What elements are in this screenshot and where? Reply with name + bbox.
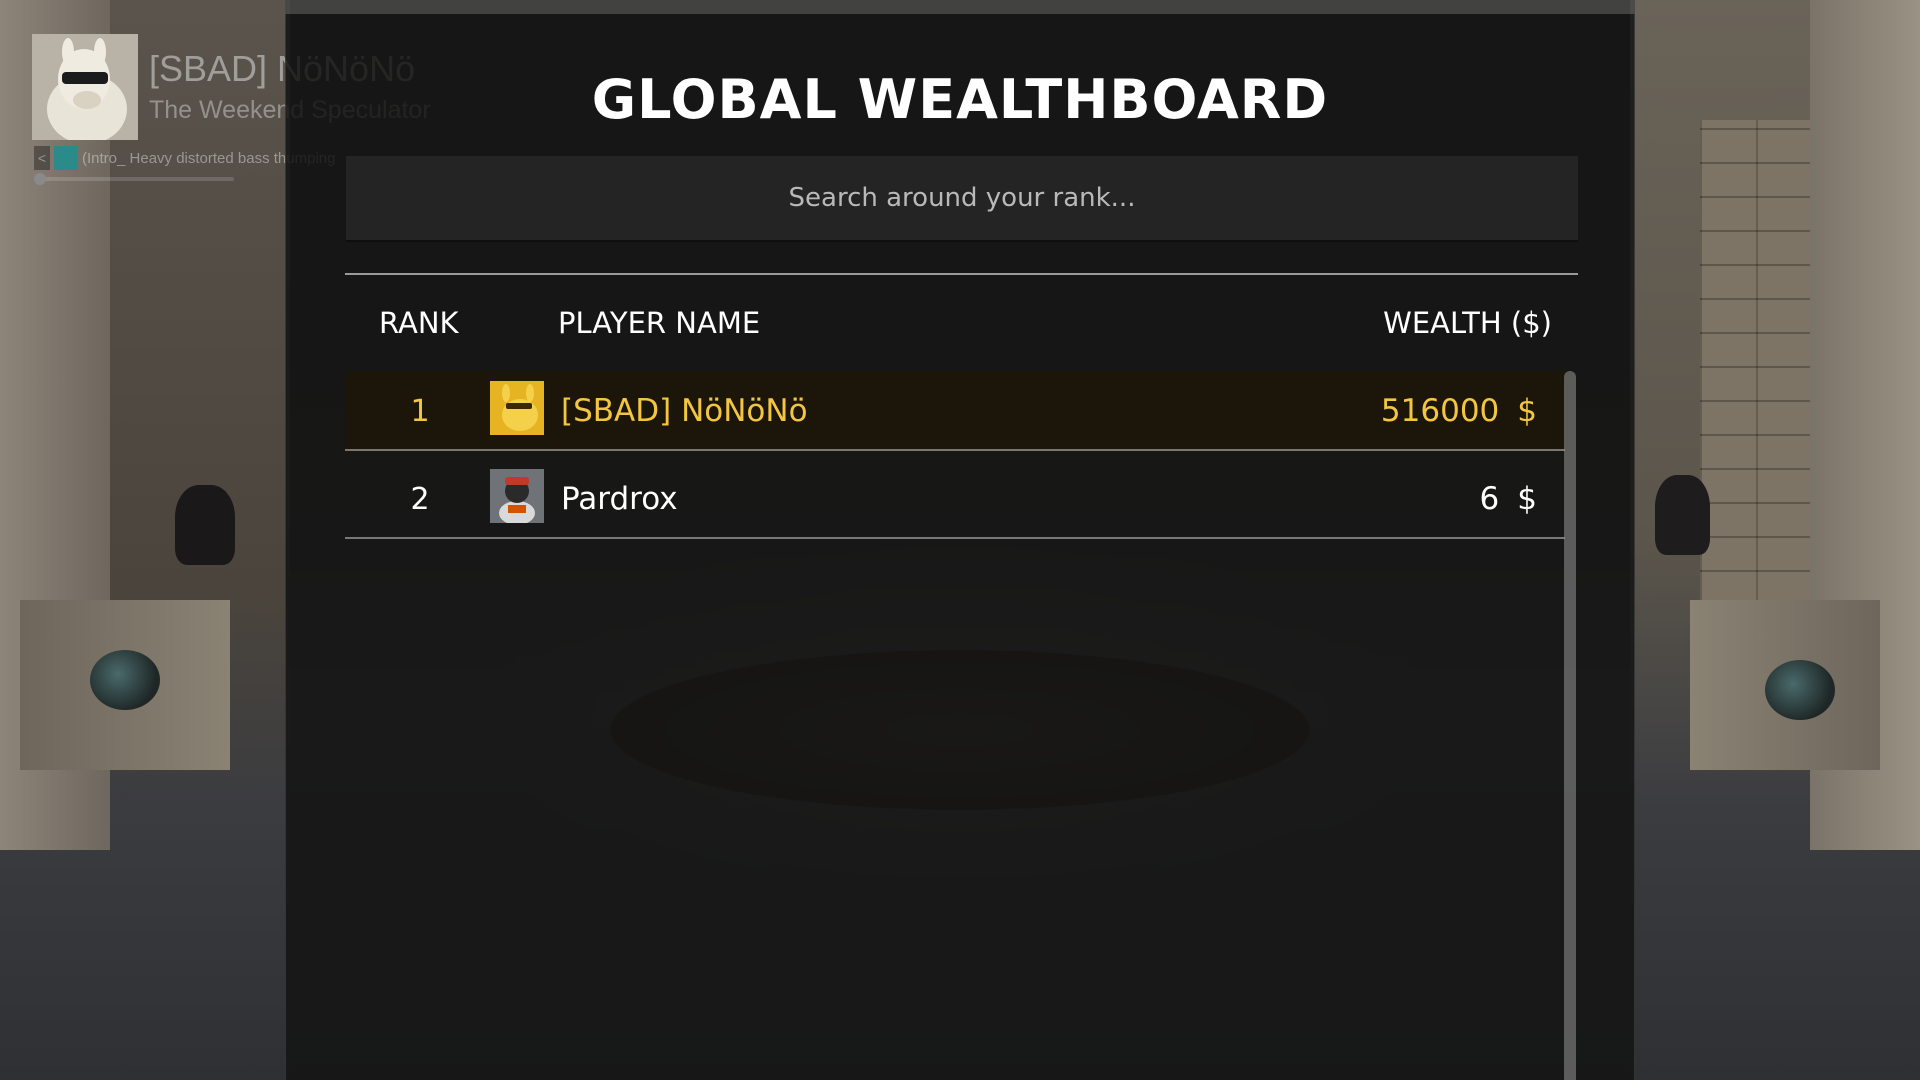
llama-avatar-icon [490, 381, 544, 435]
row-wealth-amount: 6 [1479, 481, 1500, 517]
right-gem [1765, 660, 1835, 720]
row-rank: 2 [410, 481, 430, 517]
row-player-name: [SBAD] NöNöNö [561, 393, 808, 429]
column-header-player-name: PLAYER NAME [558, 306, 761, 340]
volume-slider-thumb[interactable] [34, 173, 46, 185]
music-prev-button[interactable]: < [34, 146, 50, 170]
leaderboard-row[interactable]: 2 Pardrox 6 $ [345, 459, 1565, 539]
row-player-name: Pardrox [561, 481, 678, 517]
right-bust-statue [1655, 475, 1710, 555]
leaderboard-scrollbar[interactable] [1564, 371, 1576, 1080]
panel-top-bar [285, 0, 1635, 14]
rank-search-input[interactable] [346, 156, 1578, 242]
row-wealth-currency: $ [1517, 393, 1537, 429]
row-rank: 1 [410, 393, 430, 429]
player-avatar [490, 381, 544, 435]
row-wealth: 6 $ [1480, 459, 1537, 539]
column-header-rank: RANK [379, 306, 459, 340]
wealthboard-panel: GLOBAL WEALTHBOARD RANK PLAYER NAME WEAL… [285, 14, 1635, 1080]
column-header-wealth: WEALTH ($) [1383, 306, 1552, 340]
leaderboard-row[interactable]: 1 [SBAD] NöNöNö 516000 $ [345, 371, 1565, 451]
left-bust-statue [175, 485, 235, 565]
header-divider [345, 273, 1578, 275]
volume-slider-track[interactable] [34, 177, 234, 181]
music-equalizer-icon [54, 146, 78, 170]
player-avatar[interactable] [32, 34, 138, 140]
player-avatar [490, 469, 544, 523]
row-wealth-amount: 516000 [1380, 393, 1500, 429]
row-wealth-currency: $ [1517, 481, 1537, 517]
row-wealth: 516000 $ [1381, 371, 1537, 451]
astronaut-avatar-icon [490, 469, 544, 523]
llama-avatar-icon [32, 34, 138, 140]
leaderboard-list: 1 [SBAD] NöNöNö 516000 $ 2 Pardrox 6 $ [345, 371, 1565, 547]
left-gem [90, 650, 160, 710]
wealthboard-title: GLOBAL WEALTHBOARD [591, 68, 1329, 131]
